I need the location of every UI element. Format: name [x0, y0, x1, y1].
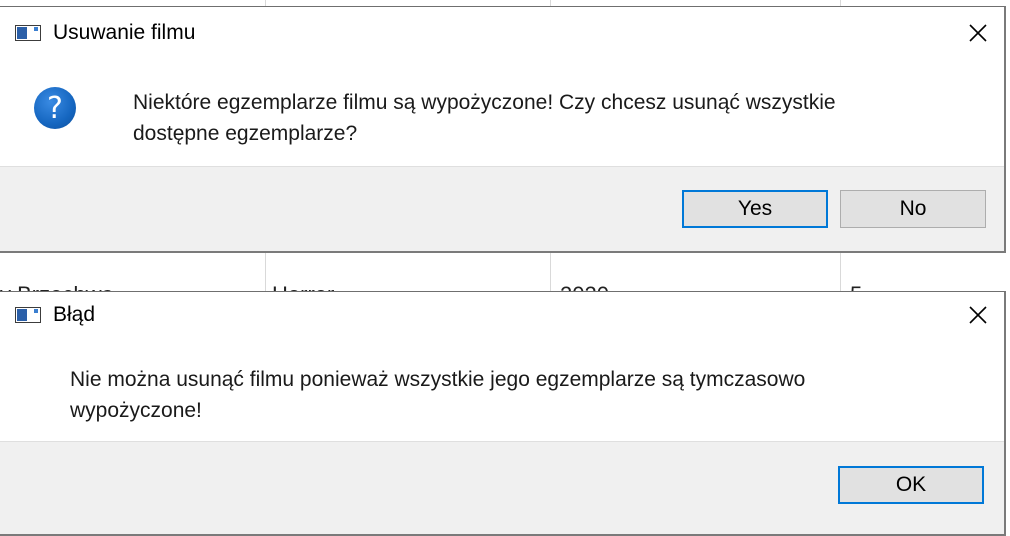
message-line-2: wypożyczone!: [70, 399, 202, 422]
dialog-title: Błąd: [53, 303, 96, 326]
close-icon: [969, 24, 987, 42]
error-dialog: Błąd Nie można usunąć filmu ponieważ wsz…: [0, 291, 1006, 536]
table-row[interactable]: y Brzechwa Horror 2020 5: [0, 253, 1010, 291]
dialog-button-bar: Yes No: [0, 166, 1004, 251]
dialog-titlebar[interactable]: Błąd: [0, 292, 1004, 338]
table-column-divider: [265, 253, 266, 291]
table-column-divider: [550, 253, 551, 291]
close-button[interactable]: [960, 297, 996, 333]
close-button[interactable]: [960, 15, 996, 51]
table-cell-genre: Horror: [272, 275, 472, 291]
dialog-message: Nie można usunąć filmu ponieważ wszystki…: [70, 364, 805, 426]
message-line-2: dostępne egzemplarze?: [133, 122, 358, 145]
table-cell-author: y Brzechwa: [0, 275, 200, 291]
dialog-title: Usuwanie filmu: [53, 21, 196, 44]
no-button[interactable]: No: [840, 190, 986, 228]
screen: y Brzechwa Horror 2020 5 Usuwanie filmu …: [0, 0, 1010, 536]
table-cell-count: 5: [850, 275, 970, 291]
delete-movie-dialog: Usuwanie filmu ? Niektóre egzemplarze fi…: [0, 6, 1006, 253]
question-icon: ?: [34, 87, 76, 129]
table-cell-year: 2020: [560, 275, 760, 291]
close-icon: [969, 306, 987, 324]
app-window-icon: [15, 307, 41, 323]
table-column-divider: [840, 253, 841, 291]
dialog-titlebar[interactable]: Usuwanie filmu: [0, 7, 1004, 59]
yes-button[interactable]: Yes: [682, 190, 828, 228]
message-line-1: Niektóre egzemplarze filmu są wypożyczon…: [133, 91, 836, 114]
message-line-1: Nie można usunąć filmu ponieważ wszystki…: [70, 368, 806, 391]
app-window-icon: [15, 25, 41, 41]
dialog-message: Niektóre egzemplarze filmu są wypożyczon…: [133, 87, 836, 149]
dialog-button-bar: OK: [0, 441, 1004, 534]
ok-button[interactable]: OK: [838, 466, 984, 504]
